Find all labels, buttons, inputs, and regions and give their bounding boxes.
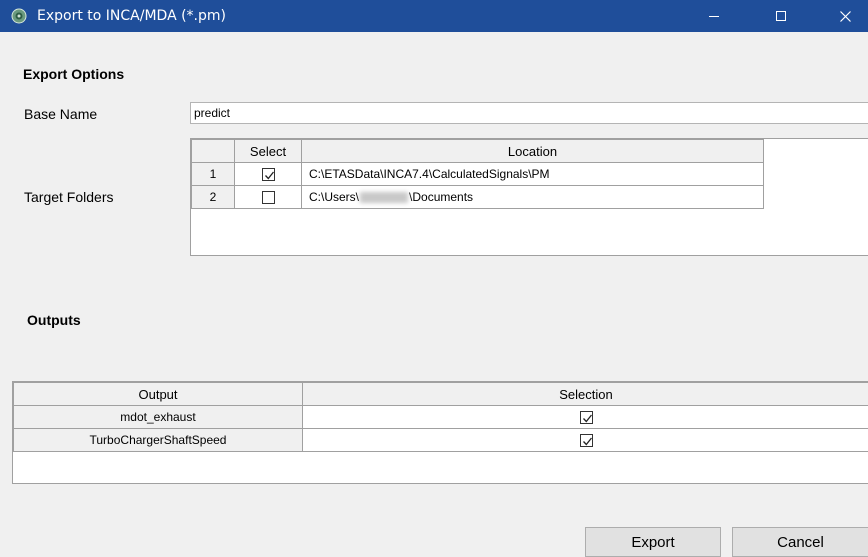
window-title: Export to INCA/MDA (*.pm) xyxy=(37,8,226,24)
select-cell[interactable] xyxy=(234,185,302,209)
column-header-location[interactable]: Location xyxy=(301,139,764,163)
output-name-cell: mdot_exhaust xyxy=(13,405,303,429)
close-button[interactable] xyxy=(822,0,868,32)
folder-select-checkbox-1[interactable] xyxy=(261,168,275,182)
location-suffix: \Documents xyxy=(409,190,474,204)
maximize-icon xyxy=(776,11,786,21)
maximize-button[interactable] xyxy=(758,0,804,32)
checkmark-icon xyxy=(582,437,592,446)
cancel-button[interactable]: Cancel xyxy=(732,527,868,557)
minimize-button[interactable] xyxy=(691,0,737,32)
table-row: 2 C:\Users\ \Documents xyxy=(191,185,764,209)
folders-header-row: Select Location xyxy=(191,139,764,163)
location-cell[interactable]: C:\Users\ \Documents xyxy=(301,185,764,209)
redacted-username xyxy=(360,192,409,204)
select-cell[interactable] xyxy=(234,162,302,186)
selection-cell[interactable] xyxy=(302,428,868,452)
row-header-corner xyxy=(191,139,235,163)
target-folders-label: Target Folders xyxy=(24,189,114,205)
output-name-cell: TurboChargerShaftSpeed xyxy=(13,428,303,452)
checkmark-icon xyxy=(264,171,274,180)
folder-select-checkbox-2[interactable] xyxy=(261,191,275,205)
row-number: 1 xyxy=(191,162,235,186)
column-header-selection[interactable]: Selection xyxy=(302,382,868,406)
checkmark-icon xyxy=(582,414,592,423)
column-header-output[interactable]: Output xyxy=(13,382,303,406)
base-name-input[interactable]: predict xyxy=(190,102,868,124)
output-select-checkbox-1[interactable] xyxy=(579,411,593,425)
app-icon xyxy=(11,8,27,24)
selection-cell[interactable] xyxy=(302,405,868,429)
minimize-icon xyxy=(709,15,719,17)
base-name-label: Base Name xyxy=(24,106,98,122)
export-options-heading: Export Options xyxy=(23,66,125,82)
output-select-checkbox-2[interactable] xyxy=(579,434,593,448)
outputs-grid[interactable]: Output Selection mdot_exhaust TurboCharg… xyxy=(12,381,868,484)
title-bar: Export to INCA/MDA (*.pm) xyxy=(0,0,868,32)
close-icon xyxy=(839,10,851,22)
location-prefix: C:\Users\ xyxy=(309,190,360,204)
table-row: TurboChargerShaftSpeed xyxy=(13,428,868,452)
outputs-heading: Outputs xyxy=(27,312,81,328)
column-header-select[interactable]: Select xyxy=(234,139,302,163)
outputs-header-row: Output Selection xyxy=(13,382,868,406)
table-row: 1 C:\ETASData\INCA7.4\CalculatedSignals\… xyxy=(191,162,764,186)
location-cell[interactable]: C:\ETASData\INCA7.4\CalculatedSignals\PM xyxy=(301,162,764,186)
table-row: mdot_exhaust xyxy=(13,405,868,429)
target-folders-grid[interactable]: Select Location 1 C:\ETASData\INCA7.4\Ca… xyxy=(190,138,868,256)
export-button[interactable]: Export xyxy=(585,527,721,557)
row-number: 2 xyxy=(191,185,235,209)
